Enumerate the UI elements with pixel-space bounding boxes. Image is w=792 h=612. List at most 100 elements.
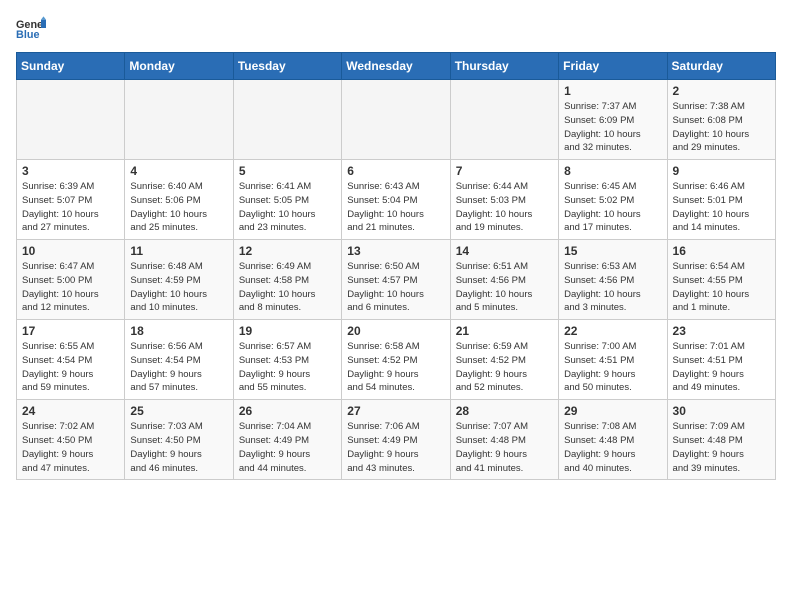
calendar-cell: 7 Sunrise: 6:44 AM Sunset: 5:03 PM Daylig… xyxy=(450,160,558,240)
logo: General Blue xyxy=(16,16,50,40)
calendar-cell: 11 Sunrise: 6:48 AM Sunset: 4:59 PM Dayli… xyxy=(125,240,233,320)
calendar-week-row: 1 Sunrise: 7:37 AM Sunset: 6:09 PM Daylig… xyxy=(17,80,776,160)
day-number: 10 xyxy=(22,244,119,258)
calendar-cell xyxy=(342,80,450,160)
day-of-week-header: Friday xyxy=(559,53,667,80)
calendar-cell xyxy=(233,80,341,160)
calendar-cell: 6 Sunrise: 6:43 AM Sunset: 5:04 PM Daylig… xyxy=(342,160,450,240)
calendar-cell: 18 Sunrise: 6:56 AM Sunset: 4:54 PM Dayli… xyxy=(125,320,233,400)
calendar-cell: 5 Sunrise: 6:41 AM Sunset: 5:05 PM Daylig… xyxy=(233,160,341,240)
day-info: Sunrise: 6:49 AM Sunset: 4:58 PM Dayligh… xyxy=(239,260,336,315)
day-info: Sunrise: 6:58 AM Sunset: 4:52 PM Dayligh… xyxy=(347,340,444,395)
day-number: 15 xyxy=(564,244,661,258)
day-number: 19 xyxy=(239,324,336,338)
calendar-cell: 15 Sunrise: 6:53 AM Sunset: 4:56 PM Dayli… xyxy=(559,240,667,320)
day-number: 12 xyxy=(239,244,336,258)
calendar-table: SundayMondayTuesdayWednesdayThursdayFrid… xyxy=(16,52,776,480)
day-of-week-header: Sunday xyxy=(17,53,125,80)
day-info: Sunrise: 7:08 AM Sunset: 4:48 PM Dayligh… xyxy=(564,420,661,475)
calendar-cell: 1 Sunrise: 7:37 AM Sunset: 6:09 PM Daylig… xyxy=(559,80,667,160)
day-number: 17 xyxy=(22,324,119,338)
day-number: 7 xyxy=(456,164,553,178)
day-info: Sunrise: 6:47 AM Sunset: 5:00 PM Dayligh… xyxy=(22,260,119,315)
calendar-cell xyxy=(125,80,233,160)
day-info: Sunrise: 7:00 AM Sunset: 4:51 PM Dayligh… xyxy=(564,340,661,395)
day-number: 24 xyxy=(22,404,119,418)
calendar-cell: 2 Sunrise: 7:38 AM Sunset: 6:08 PM Daylig… xyxy=(667,80,775,160)
day-info: Sunrise: 6:43 AM Sunset: 5:04 PM Dayligh… xyxy=(347,180,444,235)
day-info: Sunrise: 7:04 AM Sunset: 4:49 PM Dayligh… xyxy=(239,420,336,475)
calendar-cell: 28Sunrise: 7:07 AM Sunset: 4:48 PM Dayli… xyxy=(450,400,558,480)
calendar-cell: 22 Sunrise: 7:00 AM Sunset: 4:51 PM Dayli… xyxy=(559,320,667,400)
day-info: Sunrise: 7:09 AM Sunset: 4:48 PM Dayligh… xyxy=(673,420,770,475)
day-info: Sunrise: 6:53 AM Sunset: 4:56 PM Dayligh… xyxy=(564,260,661,315)
calendar-cell xyxy=(17,80,125,160)
svg-text:Blue: Blue xyxy=(16,29,39,40)
day-info: Sunrise: 7:01 AM Sunset: 4:51 PM Dayligh… xyxy=(673,340,770,395)
calendar-cell: 29 Sunrise: 7:08 AM Sunset: 4:48 PM Dayli… xyxy=(559,400,667,480)
calendar-cell: 30Sunrise: 7:09 AM Sunset: 4:48 PM Dayli… xyxy=(667,400,775,480)
calendar-cell: 17 Sunrise: 6:55 AM Sunset: 4:54 PM Dayli… xyxy=(17,320,125,400)
day-info: Sunrise: 6:50 AM Sunset: 4:57 PM Dayligh… xyxy=(347,260,444,315)
calendar-cell: 16Sunrise: 6:54 AM Sunset: 4:55 PM Dayli… xyxy=(667,240,775,320)
day-number: 5 xyxy=(239,164,336,178)
calendar-cell: 21 Sunrise: 6:59 AM Sunset: 4:52 PM Dayli… xyxy=(450,320,558,400)
calendar-cell: 19 Sunrise: 6:57 AM Sunset: 4:53 PM Dayli… xyxy=(233,320,341,400)
calendar-week-row: 3 Sunrise: 6:39 AM Sunset: 5:07 PM Daylig… xyxy=(17,160,776,240)
day-info: Sunrise: 6:59 AM Sunset: 4:52 PM Dayligh… xyxy=(456,340,553,395)
day-of-week-header: Wednesday xyxy=(342,53,450,80)
day-of-week-header: Tuesday xyxy=(233,53,341,80)
calendar-cell: 13 Sunrise: 6:50 AM Sunset: 4:57 PM Dayli… xyxy=(342,240,450,320)
day-number: 3 xyxy=(22,164,119,178)
page-header: General Blue xyxy=(16,16,776,40)
calendar-cell: 25Sunrise: 7:03 AM Sunset: 4:50 PM Dayli… xyxy=(125,400,233,480)
calendar-week-row: 24 Sunrise: 7:02 AM Sunset: 4:50 PM Dayli… xyxy=(17,400,776,480)
day-info: Sunrise: 6:40 AM Sunset: 5:06 PM Dayligh… xyxy=(130,180,227,235)
day-info: Sunrise: 6:56 AM Sunset: 4:54 PM Dayligh… xyxy=(130,340,227,395)
calendar-cell: 14 Sunrise: 6:51 AM Sunset: 4:56 PM Dayli… xyxy=(450,240,558,320)
calendar-week-row: 10 Sunrise: 6:47 AM Sunset: 5:00 PM Dayli… xyxy=(17,240,776,320)
day-of-week-header: Monday xyxy=(125,53,233,80)
day-number: 13 xyxy=(347,244,444,258)
day-number: 11 xyxy=(130,244,227,258)
day-info: Sunrise: 7:38 AM Sunset: 6:08 PM Dayligh… xyxy=(673,100,770,155)
day-number: 1 xyxy=(564,84,661,98)
calendar-cell: 4 Sunrise: 6:40 AM Sunset: 5:06 PM Daylig… xyxy=(125,160,233,240)
day-number: 21 xyxy=(456,324,553,338)
day-info: Sunrise: 6:55 AM Sunset: 4:54 PM Dayligh… xyxy=(22,340,119,395)
day-info: Sunrise: 6:57 AM Sunset: 4:53 PM Dayligh… xyxy=(239,340,336,395)
calendar-cell xyxy=(450,80,558,160)
day-number: 23 xyxy=(673,324,770,338)
day-number: 9 xyxy=(673,164,770,178)
day-info: Sunrise: 6:48 AM Sunset: 4:59 PM Dayligh… xyxy=(130,260,227,315)
day-number: 29 xyxy=(564,404,661,418)
calendar-cell: 24 Sunrise: 7:02 AM Sunset: 4:50 PM Dayli… xyxy=(17,400,125,480)
day-info: Sunrise: 6:54 AM Sunset: 4:55 PM Dayligh… xyxy=(673,260,770,315)
day-of-week-header: Thursday xyxy=(450,53,558,80)
calendar-header-row: SundayMondayTuesdayWednesdayThursdayFrid… xyxy=(17,53,776,80)
day-number: 26 xyxy=(239,404,336,418)
day-number: 22 xyxy=(564,324,661,338)
day-number: 28 xyxy=(456,404,553,418)
day-info: Sunrise: 6:51 AM Sunset: 4:56 PM Dayligh… xyxy=(456,260,553,315)
day-number: 18 xyxy=(130,324,227,338)
day-number: 4 xyxy=(130,164,227,178)
day-number: 2 xyxy=(673,84,770,98)
calendar-cell: 10 Sunrise: 6:47 AM Sunset: 5:00 PM Dayli… xyxy=(17,240,125,320)
day-number: 8 xyxy=(564,164,661,178)
day-number: 25 xyxy=(130,404,227,418)
day-info: Sunrise: 6:39 AM Sunset: 5:07 PM Dayligh… xyxy=(22,180,119,235)
day-info: Sunrise: 7:02 AM Sunset: 4:50 PM Dayligh… xyxy=(22,420,119,475)
day-info: Sunrise: 6:41 AM Sunset: 5:05 PM Dayligh… xyxy=(239,180,336,235)
day-info: Sunrise: 7:06 AM Sunset: 4:49 PM Dayligh… xyxy=(347,420,444,475)
day-info: Sunrise: 6:44 AM Sunset: 5:03 PM Dayligh… xyxy=(456,180,553,235)
day-of-week-header: Saturday xyxy=(667,53,775,80)
day-info: Sunrise: 7:37 AM Sunset: 6:09 PM Dayligh… xyxy=(564,100,661,155)
day-number: 20 xyxy=(347,324,444,338)
calendar-cell: 8 Sunrise: 6:45 AM Sunset: 5:02 PM Daylig… xyxy=(559,160,667,240)
day-number: 14 xyxy=(456,244,553,258)
day-number: 27 xyxy=(347,404,444,418)
day-info: Sunrise: 6:45 AM Sunset: 5:02 PM Dayligh… xyxy=(564,180,661,235)
day-number: 6 xyxy=(347,164,444,178)
calendar-cell: 12 Sunrise: 6:49 AM Sunset: 4:58 PM Dayli… xyxy=(233,240,341,320)
